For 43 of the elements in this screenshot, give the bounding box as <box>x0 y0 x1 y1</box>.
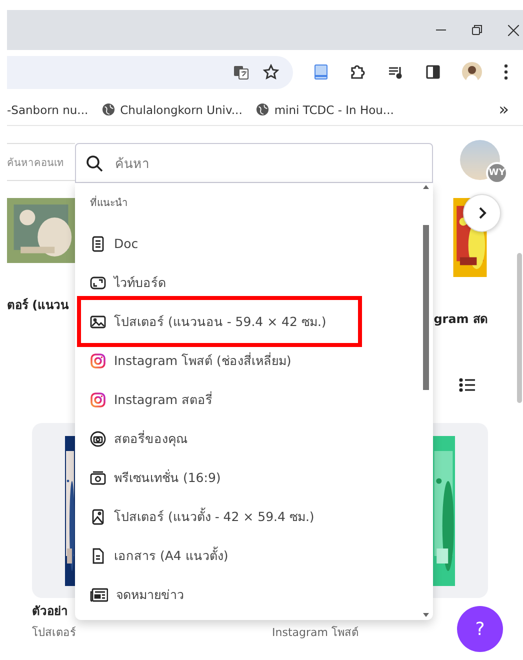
instagram-icon <box>90 352 106 368</box>
list-view-icon[interactable] <box>459 378 475 392</box>
template-title: ตัวอย่า <box>32 603 68 620</box>
bookmark-link[interactable]: mini TCDC - In Hou... <box>256 102 394 116</box>
globe-icon <box>256 103 270 116</box>
document-icon <box>90 548 106 564</box>
scrollbar-thumb[interactable] <box>423 225 429 390</box>
side-panel-icon[interactable] <box>426 65 440 79</box>
scroll-up-icon[interactable] <box>423 185 429 189</box>
close-icon[interactable] <box>508 24 519 36</box>
scroll-down-icon[interactable] <box>423 613 429 617</box>
profile-avatar-icon[interactable] <box>462 62 482 82</box>
translate-icon[interactable] <box>233 64 249 80</box>
document-icon[interactable] <box>314 64 328 80</box>
image-icon <box>90 314 106 330</box>
template-type: โปสเตอร์ <box>32 625 76 641</box>
menu-icon[interactable] <box>504 64 508 80</box>
instagram-icon <box>90 392 106 408</box>
scrollbar-thumb[interactable] <box>517 253 522 403</box>
playlist-icon[interactable] <box>388 64 404 80</box>
whiteboard-icon <box>90 274 106 290</box>
document-icon <box>90 236 106 252</box>
bookmarks-overflow-button[interactable]: » <box>498 100 509 120</box>
section-heading: ที่แนะนำ <box>90 195 433 224</box>
bookmark-link[interactable]: -Sanborn nu... <box>7 102 88 116</box>
restore-icon[interactable] <box>472 25 482 35</box>
presentation-icon <box>90 470 106 486</box>
star-icon[interactable] <box>263 64 279 80</box>
globe-icon <box>102 103 116 116</box>
template-title: gram สด <box>434 311 488 328</box>
portrait-image-icon <box>90 508 106 524</box>
template-type: Instagram โพสต์ <box>272 625 358 641</box>
search-bar[interactable]: ค้นหา <box>75 143 433 183</box>
puzzle-icon[interactable] <box>350 64 366 80</box>
help-button[interactable]: ? <box>457 606 503 652</box>
search-field[interactable]: ค้นหา <box>113 154 432 172</box>
template-title: ตอร์ (แนวน <box>7 297 69 314</box>
chevron-right-icon <box>477 207 487 219</box>
initials-badge: WY <box>486 162 508 184</box>
camera-icon <box>90 430 106 446</box>
newspaper-icon <box>90 586 108 602</box>
bookmark-link[interactable]: Chulalongkorn Univ... <box>102 102 242 116</box>
search-icon <box>86 154 103 172</box>
